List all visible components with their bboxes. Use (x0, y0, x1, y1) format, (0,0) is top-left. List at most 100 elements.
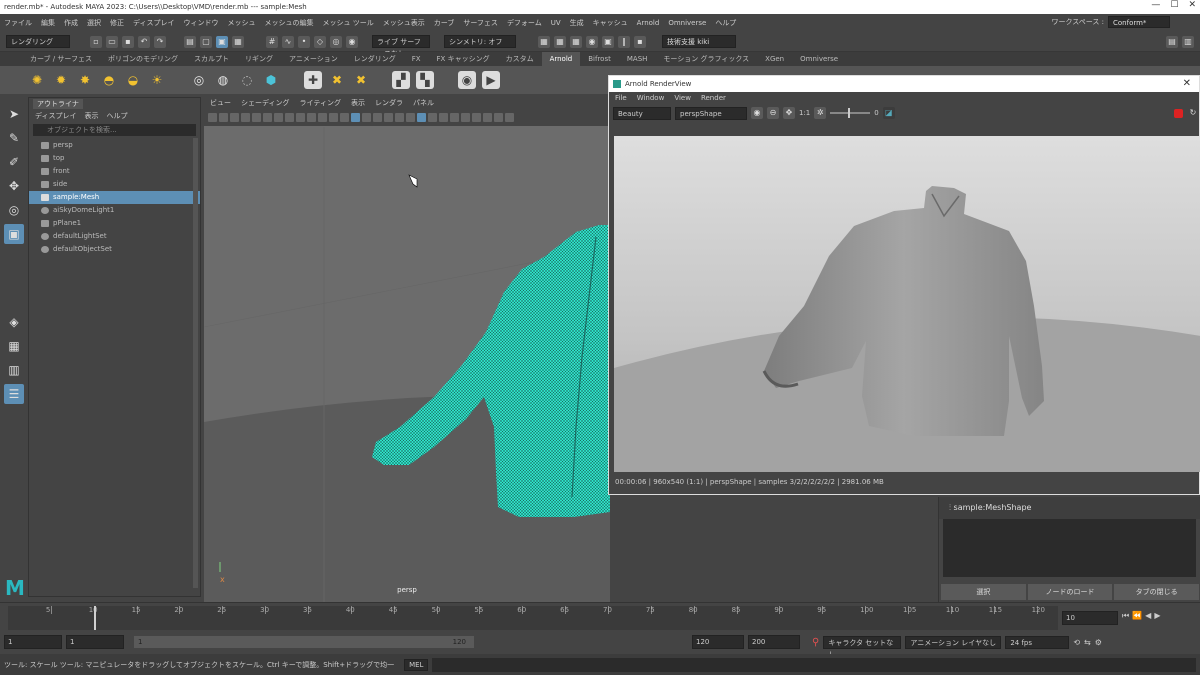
render-view-shelf-icon[interactable]: ◉ (458, 71, 476, 89)
shelf-tab-sculpt[interactable]: スカルプト (186, 52, 237, 66)
arnold-icon[interactable]: ▪ (634, 35, 646, 48)
playback-start-field[interactable]: 1 (66, 635, 124, 649)
range-bar[interactable]: 1 120 (134, 636, 474, 648)
workspace-dropdown[interactable]: Conform* (1108, 16, 1170, 28)
load-node-button[interactable]: ノードのロード (1027, 584, 1113, 600)
tx-manager-icon[interactable]: ▞ (392, 71, 410, 89)
outliner-menu-display[interactable]: ディスプレイ (35, 111, 77, 121)
menu-surfaces[interactable]: サーフェス (463, 18, 498, 28)
shelf-tab-animation[interactable]: アニメーション (281, 52, 346, 66)
refresh-icon[interactable]: ↻ (1187, 107, 1199, 119)
gate-mask-icon[interactable] (307, 113, 316, 122)
viewport-menu-renderer[interactable]: レンダラ (375, 98, 403, 108)
flush-light-icon[interactable]: ✖ (328, 71, 346, 89)
rv-menu-view[interactable]: View (674, 92, 691, 104)
open-scene-icon[interactable]: ▭ (106, 35, 118, 48)
perspective-viewport[interactable]: x persp (204, 97, 610, 602)
snap-grid-icon[interactable]: # (266, 35, 278, 48)
shelf-tab-custom[interactable]: カスタム (498, 52, 542, 66)
shelf-tab-omniverse[interactable]: Omniverse (792, 52, 846, 66)
playback-end-field[interactable]: 120 (692, 635, 744, 649)
shelf-tab-fx-cache[interactable]: FX キャッシング (429, 52, 498, 66)
light-portal-icon[interactable]: ☀ (148, 71, 166, 89)
shelf-tab-rendering[interactable]: レンダリング (346, 52, 404, 66)
ipr-icon[interactable]: ◪ (882, 107, 895, 119)
toggle-modeling-toolkit-icon[interactable]: ▤ (1166, 35, 1178, 48)
anim-start-field[interactable]: 1 (4, 635, 62, 649)
live-surface-field[interactable]: ライブ サーフェスなし (372, 35, 430, 58)
2d-pan-icon[interactable] (252, 113, 261, 122)
shelf-tab-fx[interactable]: FX (404, 52, 429, 66)
snap-curve-icon[interactable]: ∿ (282, 35, 294, 48)
use-lights-icon[interactable] (406, 113, 415, 122)
snap-point-icon[interactable]: • (298, 35, 310, 48)
ssao-icon[interactable] (428, 113, 437, 122)
snap-live-icon[interactable]: ◉ (346, 35, 358, 48)
toggle-channel-box-icon[interactable]: ▥ (1182, 35, 1194, 48)
shelf-tab-rigging[interactable]: リギング (237, 52, 281, 66)
area-light-icon[interactable]: ✺ (28, 71, 46, 89)
sound-icon[interactable]: ⇆ (1084, 638, 1091, 647)
four-view-icon[interactable]: ▦ (4, 336, 24, 356)
single-view-icon[interactable]: ◈ (4, 312, 24, 332)
menu-file[interactable]: ファイル (4, 18, 32, 28)
dof-icon[interactable] (461, 113, 470, 122)
select-component-icon[interactable]: ▣ (216, 35, 228, 48)
anim-layer-dropdown[interactable]: アニメーション レイヤなし (905, 635, 1002, 649)
close-icon[interactable]: ✕ (1188, 0, 1196, 10)
menu-modify[interactable]: 修正 (110, 18, 124, 28)
move-tool-icon[interactable]: ✥ (4, 176, 24, 196)
shelf-tab-curves[interactable]: カーブ / サーフェス (22, 52, 100, 66)
play-forward-icon[interactable]: ▶ (1154, 611, 1160, 621)
motion-blur-icon[interactable] (439, 113, 448, 122)
list-item[interactable]: aiSkyDomeLight1 (29, 204, 200, 217)
list-item[interactable]: top (29, 152, 200, 165)
menu-windows[interactable]: ウィンドウ (184, 18, 219, 28)
zoom-ratio[interactable]: 1:1 (799, 109, 810, 117)
outliner-layout-icon[interactable]: ☰ (4, 384, 24, 404)
grid-icon[interactable] (274, 113, 283, 122)
select-object-icon[interactable]: ▢ (200, 35, 212, 48)
list-item[interactable]: defaultObjectSet (29, 243, 200, 256)
bookmark-icon[interactable] (230, 113, 239, 122)
shadows-icon[interactable] (417, 113, 426, 122)
volume-icon[interactable]: ◍ (214, 71, 232, 89)
list-item[interactable]: persp (29, 139, 200, 152)
step-back-key-icon[interactable]: ⏪ (1132, 611, 1142, 621)
camera-dropdown[interactable]: perspShape (675, 106, 747, 120)
exposure-icon[interactable]: ✲ (814, 107, 827, 119)
shelf-tab-motion-graphics[interactable]: モーション グラフィックス (655, 52, 757, 66)
render-view-close-icon[interactable]: ✕ (1183, 76, 1191, 92)
skydome-light-icon[interactable]: ◓ (100, 71, 118, 89)
light-manager-icon[interactable]: ▚ (416, 71, 434, 89)
viewport-menu-show[interactable]: 表示 (351, 98, 365, 108)
ipr-render-icon[interactable]: ▦ (554, 35, 566, 48)
scale-tool-icon[interactable]: ▣ (4, 224, 24, 244)
camera-select-icon[interactable] (208, 113, 217, 122)
image-plane-icon[interactable] (241, 113, 250, 122)
save-scene-icon[interactable]: ▪ (122, 35, 134, 48)
rv-menu-render[interactable]: Render (701, 92, 726, 104)
outliner-menu-help[interactable]: ヘルプ (107, 111, 128, 121)
paint-select-icon[interactable]: ✐ (4, 152, 24, 172)
anim-prefs-icon[interactable]: ⚙ (1095, 638, 1102, 647)
menu-arnold[interactable]: Arnold (637, 19, 660, 27)
wireframe-icon[interactable] (351, 113, 360, 122)
exposure-slider[interactable] (830, 108, 871, 118)
rendered-image[interactable] (614, 136, 1200, 472)
close-tab-button[interactable]: タブの閉じる (1114, 584, 1200, 600)
snap-surface-icon[interactable]: ◎ (330, 35, 342, 48)
rv-menu-window[interactable]: Window (637, 92, 665, 104)
select-tool-icon[interactable]: ➤ (4, 104, 24, 124)
time-slider[interactable]: 5 10 15 20 25 30 35 40 45 50 55 60 65 70 75 80 85 90 95 100… (0, 602, 1200, 632)
wireframe-on-shaded-icon[interactable] (384, 113, 393, 122)
anim-end-field[interactable]: 200 (748, 635, 800, 649)
menu-select[interactable]: 選択 (87, 18, 101, 28)
smooth-shade-icon[interactable] (362, 113, 371, 122)
menu-generate[interactable]: 生成 (570, 18, 584, 28)
fps-dropdown[interactable]: 24 fps (1005, 635, 1070, 649)
menu-curves[interactable]: カーブ (434, 18, 455, 28)
current-frame-marker[interactable] (93, 606, 96, 630)
shelf-tab-arnold[interactable]: Arnold (541, 52, 581, 66)
stop-render-icon[interactable] (1174, 108, 1183, 118)
